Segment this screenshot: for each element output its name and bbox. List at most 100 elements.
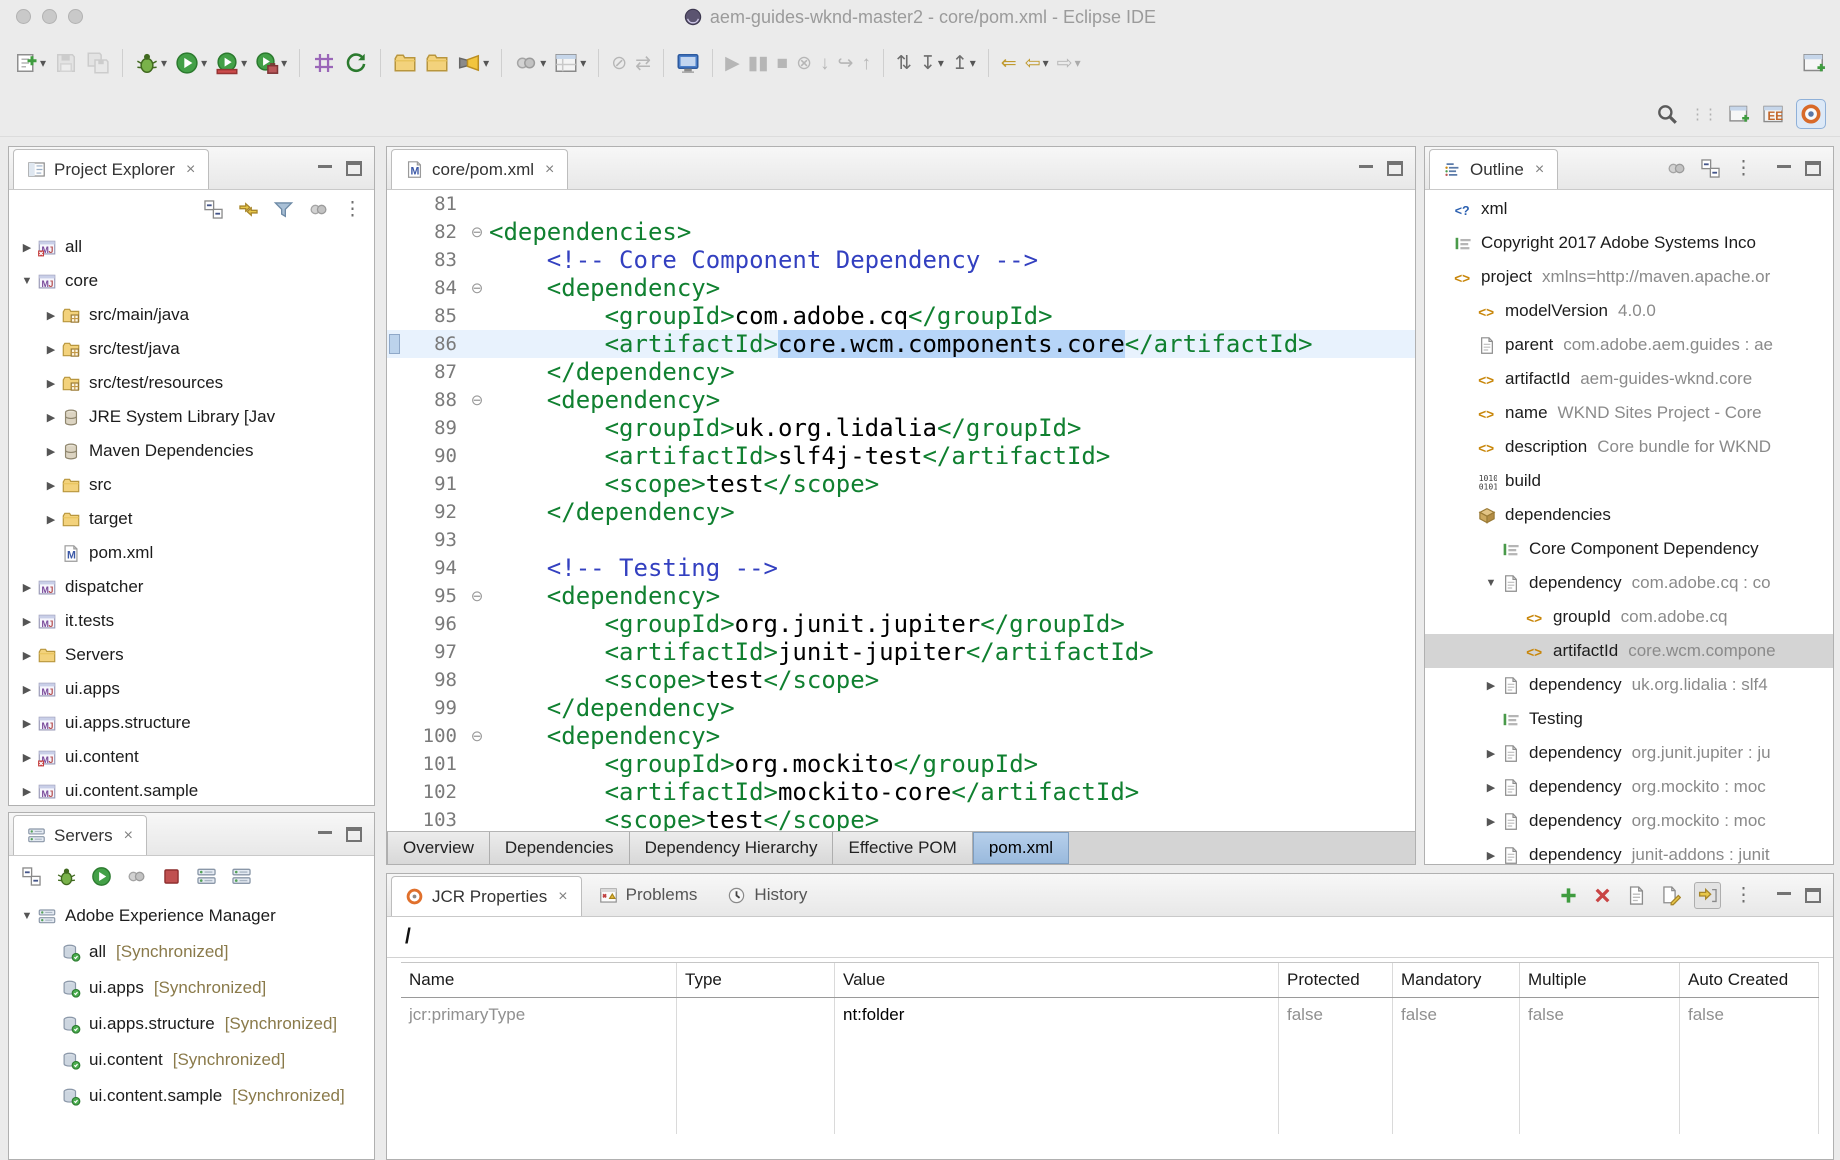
close-view-icon[interactable]: × <box>1535 161 1544 179</box>
outline-item[interactable]: 1010 0101 build <box>1425 464 1833 498</box>
dropdown-arrow-icon[interactable]: ▾ <box>161 56 167 70</box>
minimize-view-button[interactable] <box>1777 891 1791 899</box>
dropdown-arrow-icon[interactable]: ▾ <box>281 56 287 70</box>
maximize-view-button[interactable] <box>346 826 362 842</box>
server-item[interactable]: ui.apps.structure [Synchronized] <box>9 1006 374 1042</box>
debug-server-button[interactable] <box>56 866 77 887</box>
project-explorer-item[interactable]: ▶ Servers <box>9 638 374 672</box>
run-button[interactable]: ▾ <box>171 48 211 78</box>
dropdown-arrow-icon[interactable]: ▾ <box>241 56 247 70</box>
expand-expander-icon[interactable]: ▶ <box>1481 679 1501 692</box>
expand-expander-icon[interactable]: ▶ <box>41 445 61 458</box>
outline-item[interactable]: <> project xmlns=http://maven.apache.or <box>1425 260 1833 294</box>
outline-item[interactable]: Testing <box>1425 702 1833 736</box>
search-button[interactable] <box>1656 103 1678 125</box>
code-line[interactable]: 82 ⊖ <dependencies> <box>387 218 1415 246</box>
outline-item[interactable]: ▼ dependency com.adobe.cq : co <box>1425 566 1833 600</box>
focus-button[interactable] <box>308 199 329 220</box>
column-value[interactable]: Value <box>835 963 1279 997</box>
project-explorer-item[interactable]: ▶ M J ui.content.sample <box>9 774 374 805</box>
fold-icon[interactable]: ⊖ <box>465 223 489 241</box>
outline-item[interactable]: <? xml <box>1425 192 1833 226</box>
code-line[interactable]: 84 ⊖ <dependency> <box>387 274 1415 302</box>
fold-icon[interactable]: ⊖ <box>465 279 489 297</box>
expand-expander-icon[interactable]: ▶ <box>41 309 61 322</box>
code-line[interactable]: 101 <groupId>org.mockito</groupId> <box>387 750 1415 778</box>
column-protected[interactable]: Protected <box>1279 963 1393 997</box>
code-line[interactable]: 88 ⊖ <dependency> <box>387 386 1415 414</box>
expand-expander-icon[interactable]: ▶ <box>41 479 61 492</box>
open-perspective-button[interactable] <box>1728 103 1750 125</box>
server-item[interactable]: ui.content [Synchronized] <box>9 1042 374 1078</box>
open-resource-button[interactable] <box>421 48 453 78</box>
maximize-view-button[interactable] <box>346 160 362 176</box>
start-server-button[interactable] <box>91 866 112 887</box>
project-explorer-item[interactable]: ▶ M J ui.content <box>9 740 374 774</box>
link-with-editor-button[interactable] <box>238 199 259 220</box>
expand-expander-icon[interactable]: ▶ <box>41 411 61 424</box>
outline-item[interactable]: <> modelVersion 4.0.0 <box>1425 294 1833 328</box>
column-name[interactable]: Name <box>401 963 677 997</box>
tab-outline[interactable]: Outline × <box>1429 149 1559 189</box>
debug-button[interactable]: ▾ <box>131 48 171 78</box>
add-property-button[interactable] <box>1558 885 1579 906</box>
code-line[interactable]: 87 </dependency> <box>387 358 1415 386</box>
last-edit-location-button[interactable]: ⇐ <box>997 51 1021 76</box>
profile-server-button[interactable] <box>126 866 147 887</box>
outline-item[interactable]: parent com.adobe.aem.guides : ae <box>1425 328 1833 362</box>
close-view-icon[interactable]: × <box>186 161 195 179</box>
code-line[interactable]: 83 <!-- Core Component Dependency --> <box>387 246 1415 274</box>
column-auto-created[interactable]: Auto Created <box>1680 963 1819 997</box>
maximize-view-button[interactable] <box>1805 887 1821 903</box>
dropdown-arrow-icon[interactable]: ▾ <box>201 56 207 70</box>
project-explorer-item[interactable]: ▶ target <box>9 502 374 536</box>
project-explorer-item[interactable]: ▶ src/test/resources <box>9 366 374 400</box>
view-menu-button[interactable]: ⋮ <box>1734 159 1753 178</box>
code-line[interactable]: 86 <artifactId>core.wcm.components.core<… <box>387 330 1415 358</box>
tab-effective-pom[interactable]: Effective POM <box>833 832 973 864</box>
tab-overview[interactable]: Overview <box>387 832 490 864</box>
maximize-view-button[interactable] <box>1805 160 1821 176</box>
generate-button[interactable] <box>340 48 372 78</box>
expand-expander-icon[interactable]: ▶ <box>41 343 61 356</box>
new-java-project-button[interactable] <box>308 48 340 78</box>
export-properties-button[interactable] <box>1660 885 1681 906</box>
project-explorer-item[interactable]: ▶ M J all <box>9 230 374 264</box>
code-line[interactable]: 89 <groupId>uk.org.lidalia</groupId> <box>387 414 1415 442</box>
open-type-button[interactable] <box>389 48 421 78</box>
close-view-icon[interactable]: × <box>124 827 133 845</box>
dropdown-arrow-icon[interactable]: ▾ <box>1043 56 1049 70</box>
stop-server-button[interactable] <box>161 866 182 887</box>
outline-item[interactable]: ▶ dependency org.junit.jupiter : ju <box>1425 736 1833 770</box>
tab-history[interactable]: History <box>714 874 820 916</box>
tab-jcr-properties[interactable]: JCR Properties × <box>391 876 582 916</box>
server-item[interactable]: ui.apps [Synchronized] <box>9 970 374 1006</box>
code-line[interactable]: 90 <artifactId>slf4j-test</artifactId> <box>387 442 1415 470</box>
remove-property-button[interactable] <box>1592 885 1613 906</box>
dropdown-arrow-icon[interactable]: ▾ <box>970 56 976 70</box>
expand-expander-icon[interactable]: ▶ <box>17 785 37 798</box>
collapse-expander-icon[interactable]: ▼ <box>17 910 37 922</box>
outline-item[interactable]: <> name WKND Sites Project - Core <box>1425 396 1833 430</box>
minimize-view-button[interactable] <box>1359 164 1373 172</box>
dropdown-arrow-icon[interactable]: ▾ <box>938 56 944 70</box>
tab-dependency-hierarchy[interactable]: Dependency Hierarchy <box>629 832 834 864</box>
code-line[interactable]: 97 <artifactId>junit-jupiter</artifactId… <box>387 638 1415 666</box>
minimize-view-button[interactable] <box>318 830 332 838</box>
column-type[interactable]: Type <box>677 963 835 997</box>
tab-pom-xml[interactable]: pom.xml <box>972 832 1070 864</box>
code-line[interactable]: 91 <scope>test</scope> <box>387 470 1415 498</box>
expand-expander-icon[interactable]: ▶ <box>41 377 61 390</box>
code-line[interactable]: 96 <groupId>org.junit.jupiter</groupId> <box>387 610 1415 638</box>
fold-icon[interactable]: ⊖ <box>465 727 489 745</box>
tab-problems[interactable]: Problems <box>586 874 711 916</box>
dropdown-arrow-icon[interactable]: ▾ <box>483 56 489 70</box>
expand-expander-icon[interactable]: ▶ <box>17 615 37 628</box>
expand-expander-icon[interactable]: ▶ <box>1481 747 1501 760</box>
code-line[interactable]: 92 </dependency> <box>387 498 1415 526</box>
project-explorer-item[interactable]: ▶ M J dispatcher <box>9 570 374 604</box>
server-item[interactable]: ui.content.sample [Synchronized] <box>9 1078 374 1114</box>
close-window-button[interactable] <box>16 9 31 24</box>
code-line[interactable]: 100 ⊖ <dependency> <box>387 722 1415 750</box>
project-explorer-item[interactable]: ▶ src/main/java <box>9 298 374 332</box>
